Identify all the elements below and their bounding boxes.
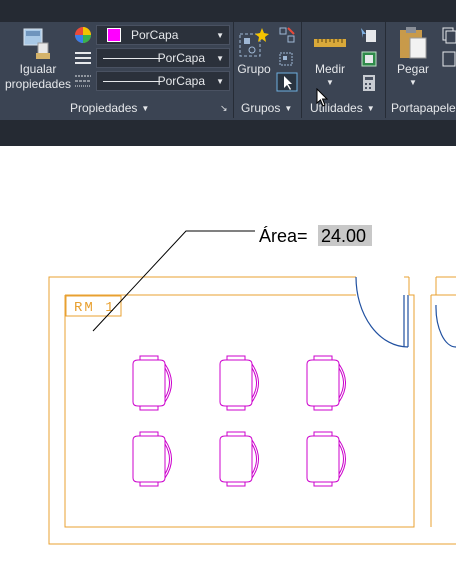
color-swatch bbox=[107, 28, 121, 42]
match-properties-icon[interactable] bbox=[22, 27, 56, 61]
chair bbox=[306, 355, 346, 411]
color-wheel-icon[interactable] bbox=[74, 26, 92, 44]
match-properties-button[interactable]: Igualar propiedades bbox=[2, 62, 74, 92]
chevron-down-icon: ▼ bbox=[216, 77, 224, 86]
lineweight-icon[interactable] bbox=[74, 73, 92, 89]
chair bbox=[132, 431, 172, 487]
lineweight-preview bbox=[103, 81, 161, 82]
group-select-icon[interactable] bbox=[276, 72, 298, 92]
area-value: 24.00 bbox=[321, 226, 366, 246]
paste-button[interactable]: Pegar bbox=[395, 62, 431, 77]
outer-wall bbox=[48, 276, 456, 545]
mouse-cursor-icon bbox=[316, 87, 330, 108]
chevron-down-icon: ▼ bbox=[216, 54, 224, 63]
chevron-down-icon: ▼ bbox=[141, 104, 150, 113]
color-combo-value: PorCapa bbox=[131, 28, 179, 42]
copy-clip-icon[interactable] bbox=[442, 26, 456, 44]
chevron-down-icon: ▼ bbox=[216, 31, 224, 40]
chevron-down-icon[interactable]: ▼ bbox=[326, 78, 334, 87]
drawing-canvas[interactable]: RM 1 Área= 24.00 bbox=[0, 146, 456, 584]
chair bbox=[132, 355, 172, 411]
quick-select-icon[interactable] bbox=[360, 26, 378, 44]
group-edit-icon[interactable] bbox=[278, 50, 296, 68]
right-wall bbox=[408, 276, 456, 527]
panel-portapapeles[interactable]: Portapapeles bbox=[391, 101, 456, 115]
linetype-combo-value: PorCapa bbox=[157, 51, 205, 65]
chair bbox=[306, 431, 346, 487]
lineweight-combo[interactable]: PorCapa ▼ bbox=[96, 71, 230, 91]
color-combo[interactable]: PorCapa ▼ bbox=[96, 25, 230, 45]
paste-icon[interactable] bbox=[398, 26, 428, 60]
chair bbox=[219, 355, 259, 411]
ribbon-tab-strip bbox=[0, 0, 456, 22]
measure-icon[interactable] bbox=[313, 36, 347, 50]
panel-propiedades-label: Propiedades bbox=[70, 101, 138, 115]
chair bbox=[219, 431, 259, 487]
ungroup-icon[interactable] bbox=[278, 26, 296, 44]
linetype-preview bbox=[103, 58, 161, 59]
panel-grupos-label: Grupos bbox=[241, 101, 281, 115]
area-label: Área= bbox=[259, 226, 308, 246]
chevron-down-icon: ▼ bbox=[284, 104, 293, 113]
linetype-combo[interactable]: PorCapa ▼ bbox=[96, 48, 230, 68]
calculator-icon[interactable] bbox=[362, 74, 376, 92]
linetype-icon[interactable] bbox=[74, 50, 92, 66]
panel-separator bbox=[233, 22, 234, 118]
panel-separator bbox=[301, 22, 302, 118]
dialog-launcher-icon[interactable]: ↘ bbox=[220, 103, 228, 114]
match-properties-label-2: propiedades bbox=[4, 77, 72, 91]
measure-button[interactable]: Medir bbox=[310, 62, 350, 77]
lineweight-combo-value: PorCapa bbox=[157, 74, 205, 88]
chevron-down-icon: ▼ bbox=[366, 104, 375, 113]
room-walls bbox=[48, 276, 456, 545]
copy-icon[interactable] bbox=[442, 50, 456, 68]
panel-grupos[interactable]: Grupos ▼ bbox=[241, 101, 292, 115]
panel-portapapeles-label: Portapapeles bbox=[391, 101, 456, 115]
jamb bbox=[404, 276, 456, 296]
ribbon: Igualar propiedades PorCapa ▼ PorCapa ▼ … bbox=[0, 0, 456, 120]
panel-separator bbox=[385, 22, 386, 118]
group-icon[interactable] bbox=[238, 26, 270, 60]
door bbox=[355, 276, 456, 348]
select-all-icon[interactable] bbox=[360, 50, 378, 68]
chevron-down-icon[interactable]: ▼ bbox=[409, 78, 417, 87]
group-button[interactable]: Grupo bbox=[236, 62, 272, 77]
status-strip bbox=[0, 120, 456, 146]
match-properties-label-1: Igualar bbox=[19, 62, 57, 76]
inner-wall bbox=[64, 294, 415, 528]
panel-propiedades[interactable]: Propiedades ▼ bbox=[70, 101, 149, 115]
